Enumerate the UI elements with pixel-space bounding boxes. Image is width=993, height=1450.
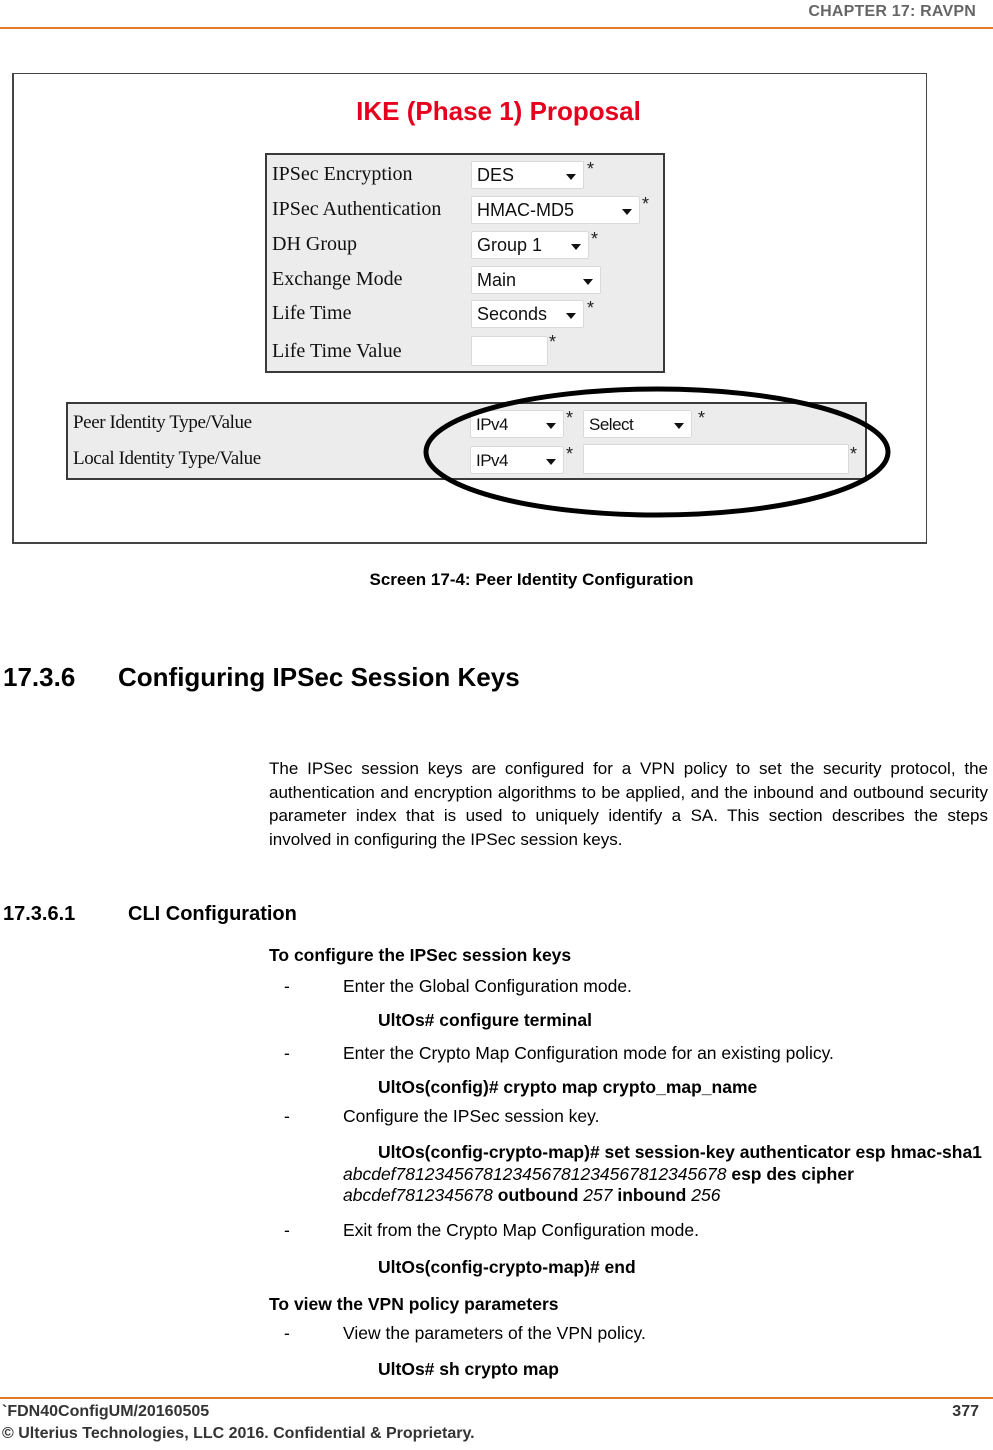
life-time-label: Life Time (272, 302, 352, 324)
procedure-title: To view the VPN policy parameters (269, 1294, 559, 1314)
required-asterisk: * (587, 159, 595, 179)
dh-group-select[interactable]: Group 1 (471, 231, 589, 259)
cli-command: UltOs(config-crypto-map)# end (378, 1257, 636, 1277)
exchange-mode-label: Exchange Mode (272, 268, 403, 290)
required-asterisk: * (642, 194, 650, 214)
life-time-select[interactable]: Seconds (471, 300, 584, 328)
section-heading: 17.3.6 Configuring IPSec Session Keys (3, 662, 520, 693)
ipsec-encryption-label: IPSec Encryption (272, 163, 413, 185)
subsection-title: CLI Configuration (128, 903, 297, 925)
identity-form: Peer Identity Type/Value IPv4 * Select *… (66, 402, 867, 480)
required-asterisk: * (698, 408, 706, 428)
required-asterisk: * (591, 229, 599, 249)
copyright-notice: © Ulterius Technologies, LLC 2016. Confi… (2, 1425, 475, 1442)
chevron-down-icon (566, 174, 576, 180)
local-identity-label: Local Identity Type/Value (73, 448, 261, 469)
step-item: - View the parameters of the VPN policy. (284, 1323, 646, 1343)
step-item: - Enter the Crypto Map Configuration mode… (284, 1043, 834, 1063)
step-item: - Enter the Global Configuration mode. (284, 976, 632, 996)
page-header: CHAPTER 17: RAVPN (0, 0, 993, 29)
document-id: `FDN40ConfigUM/20160505 (2, 1403, 210, 1420)
subsection-heading: 17.3.6.1 CLI Configuration (3, 903, 297, 926)
cli-command: UltOs(config-crypto-map)# set session-ke… (343, 1142, 982, 1205)
life-time-value-label: Life Time Value (272, 340, 402, 362)
cli-command: UltOs# sh crypto map (378, 1359, 559, 1379)
ike-proposal-form: IPSec Encryption DES * IPSec Authenticat… (265, 153, 665, 373)
peer-identity-value-select[interactable]: Select (583, 410, 692, 438)
chevron-down-icon (571, 244, 581, 250)
chevron-down-icon (546, 459, 556, 465)
required-asterisk: * (566, 408, 574, 428)
section-title: Configuring IPSec Session Keys (118, 662, 520, 692)
peer-identity-label: Peer Identity Type/Value (73, 412, 252, 433)
page-footer: `FDN40ConfigUM/20160505 377 © Ulterius T… (0, 1397, 993, 1442)
life-time-value-input[interactable] (471, 336, 548, 366)
page-number: 377 (952, 1403, 979, 1420)
cli-command: UltOs(config)# crypto map crypto_map_nam… (378, 1077, 758, 1097)
chevron-down-icon (622, 209, 632, 215)
step-item: - Exit from the Crypto Map Configuration … (284, 1220, 699, 1240)
chevron-down-icon (674, 423, 684, 429)
ike-proposal-title: IKE (Phase 1) Proposal (356, 96, 641, 126)
ipsec-authentication-label: IPSec Authentication (272, 198, 442, 220)
chevron-down-icon (566, 313, 576, 319)
ipsec-encryption-select[interactable]: DES (471, 161, 584, 189)
figure-caption: Screen 17-4: Peer Identity Configuration (369, 570, 694, 589)
section-number: 17.3.6 (3, 662, 76, 692)
local-identity-type-select[interactable]: IPv4 (470, 446, 564, 474)
local-identity-value-input[interactable] (583, 444, 849, 474)
dh-group-label: DH Group (272, 233, 357, 255)
chapter-title: CHAPTER 17: RAVPN (808, 3, 976, 20)
required-asterisk: * (549, 332, 557, 352)
chevron-down-icon (583, 279, 593, 285)
intro-paragraph: The IPSec session keys are configured fo… (269, 759, 988, 849)
cli-command: UltOs# configure terminal (378, 1010, 592, 1030)
step-item: - Configure the IPSec session key. (284, 1106, 600, 1126)
required-asterisk: * (587, 298, 595, 318)
exchange-mode-select[interactable]: Main (471, 266, 601, 294)
procedure-title: To configure the IPSec session keys (269, 945, 572, 965)
subsection-number: 17.3.6.1 (3, 903, 76, 925)
required-asterisk: * (850, 444, 858, 464)
peer-identity-type-select[interactable]: IPv4 (470, 410, 564, 438)
ipsec-authentication-select[interactable]: HMAC-MD5 (471, 196, 640, 224)
chevron-down-icon (546, 423, 556, 429)
required-asterisk: * (566, 444, 574, 464)
